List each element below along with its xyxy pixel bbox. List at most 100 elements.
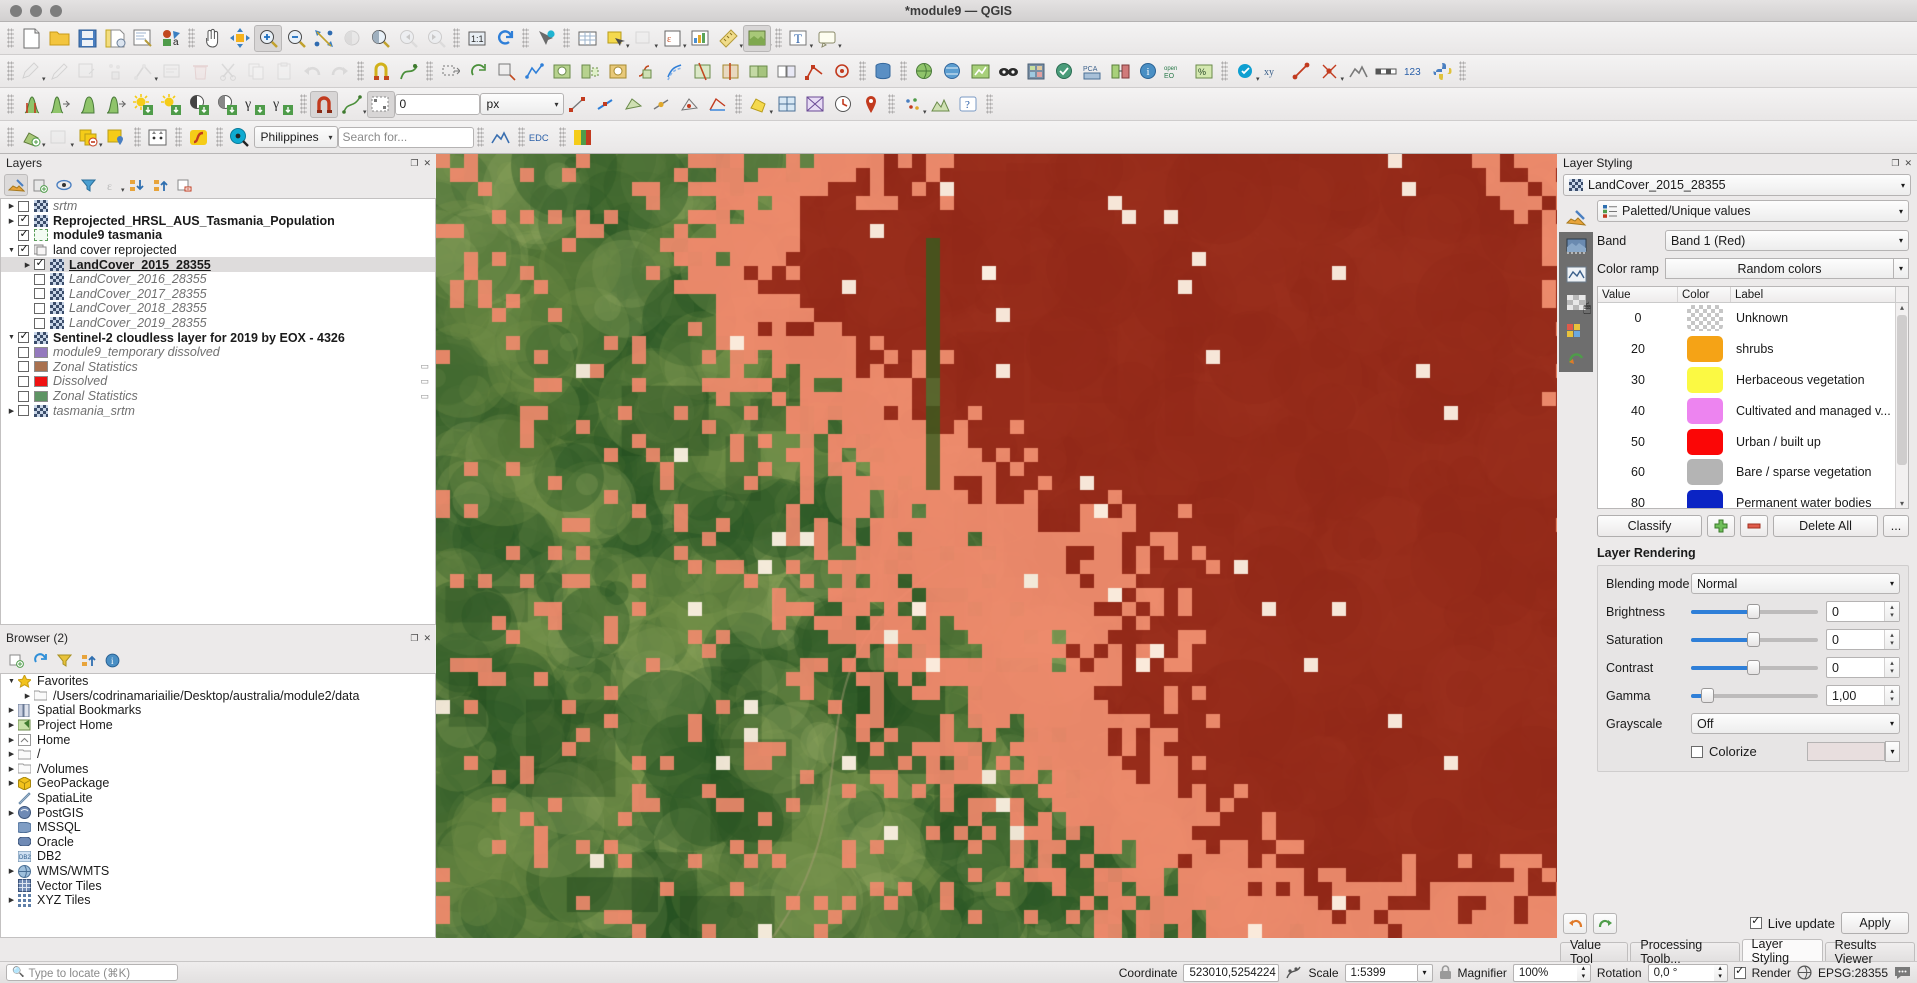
toolbar-grip[interactable] bbox=[7, 127, 14, 147]
layer-tree-item[interactable]: ▶ srtm bbox=[1, 199, 435, 214]
osm-download-icon[interactable] bbox=[910, 58, 938, 85]
identify-features-icon[interactable] bbox=[532, 25, 560, 52]
pca-icon[interactable]: PCA bbox=[1078, 58, 1106, 85]
spinner-arrows[interactable]: ▴ ▾ bbox=[1884, 602, 1899, 621]
layer-tree-item[interactable]: module9_temporary dissolved bbox=[1, 345, 435, 360]
route-plugin-icon[interactable] bbox=[185, 124, 213, 151]
render-checkbox[interactable] bbox=[1733, 965, 1746, 979]
toolbar-grip[interactable] bbox=[188, 28, 195, 48]
class-value[interactable]: 50 bbox=[1598, 435, 1678, 449]
text-annotation-icon[interactable]: T bbox=[785, 25, 813, 52]
help-icon[interactable]: ? bbox=[955, 91, 983, 118]
spinner-arrows[interactable]: ▴ ▾ bbox=[1884, 658, 1899, 677]
apply-button[interactable]: Apply bbox=[1841, 912, 1909, 934]
class-table-row[interactable]: 0 Unknown bbox=[1598, 303, 1895, 334]
fill-ring-icon[interactable] bbox=[604, 58, 632, 85]
paste-features-icon[interactable] bbox=[270, 58, 298, 85]
chevron-right-icon[interactable]: ▶ bbox=[5, 202, 18, 210]
snap-center-icon[interactable] bbox=[676, 91, 704, 118]
duplicate-layer-icon[interactable] bbox=[74, 124, 102, 151]
filter-indicator-icon[interactable]: ▭ bbox=[420, 391, 429, 402]
toolbar-grip[interactable] bbox=[300, 94, 307, 114]
metasearch-icon[interactable] bbox=[938, 58, 966, 85]
dock-tab[interactable]: Value Tool bbox=[1560, 938, 1629, 966]
select-features-icon[interactable] bbox=[601, 25, 629, 52]
db-manager-icon[interactable] bbox=[869, 58, 897, 85]
snapping-tolerance-input[interactable]: 0 bbox=[394, 93, 480, 115]
colorize-color-field[interactable] bbox=[1807, 742, 1885, 761]
histogram-stretch-icon[interactable] bbox=[17, 91, 45, 118]
scrollbar-thumb[interactable] bbox=[1897, 315, 1907, 465]
add-point-layer-icon[interactable] bbox=[103, 124, 131, 151]
undo-style-icon[interactable] bbox=[1563, 912, 1587, 934]
snapping-unit-combo[interactable]: px bbox=[479, 93, 564, 115]
float-panel-icon[interactable]: ❐ bbox=[1891, 158, 1899, 169]
toolbar-grip[interactable] bbox=[453, 28, 460, 48]
histogram-tab-icon[interactable] bbox=[1561, 260, 1591, 288]
new-map-view-icon[interactable] bbox=[743, 24, 772, 52]
edc-plugin-icon[interactable]: EDC bbox=[528, 124, 556, 151]
reshape-features-icon[interactable] bbox=[632, 58, 660, 85]
modify-attributes-icon[interactable] bbox=[158, 58, 186, 85]
close-panel-icon[interactable]: ✕ bbox=[1904, 158, 1912, 169]
search-location-icon[interactable] bbox=[226, 124, 254, 151]
merge-features-icon[interactable] bbox=[744, 58, 772, 85]
browser-tree-item[interactable]: ▶ Project Home bbox=[1, 718, 435, 733]
increase-gamma-icon[interactable]: γ bbox=[241, 91, 269, 118]
dock-tab[interactable]: Layer Styling bbox=[1741, 937, 1823, 965]
snapping-options-icon[interactable] bbox=[366, 90, 395, 118]
filter-indicator-icon[interactable]: ▭ bbox=[420, 376, 429, 387]
layer-visibility-checkbox[interactable] bbox=[18, 213, 29, 227]
semi-automatic-classification-icon[interactable] bbox=[1050, 58, 1078, 85]
layer-visibility-checkbox[interactable] bbox=[18, 375, 29, 387]
browser-tree-item[interactable]: ▶ GeoPackage bbox=[1, 776, 435, 791]
class-color-swatch[interactable] bbox=[1686, 366, 1723, 393]
crs-value[interactable]: EPSG:28355 bbox=[1818, 966, 1888, 980]
increase-brightness-icon[interactable] bbox=[129, 91, 157, 118]
class-color-swatch[interactable] bbox=[1686, 397, 1723, 424]
xy-tools-icon[interactable]: xy bbox=[1260, 58, 1288, 85]
chevron-right-icon[interactable]: ▶ bbox=[21, 261, 34, 269]
class-value[interactable]: 80 bbox=[1598, 496, 1678, 508]
contrast-spinbox[interactable]: 0 ▴ ▾ bbox=[1826, 657, 1900, 678]
symbology-tab-icon[interactable] bbox=[1561, 204, 1591, 232]
layer-tree-item[interactable]: module9 tasmania bbox=[1, 228, 435, 243]
toolbar-plugins[interactable]: ▾ ▾ ▾ Philippines Search for... EDC bbox=[0, 121, 1917, 154]
scale-bar-icon[interactable] bbox=[1372, 58, 1400, 85]
expand-all-icon[interactable] bbox=[125, 174, 149, 196]
save-layer-edits-icon[interactable] bbox=[74, 58, 102, 85]
styling-apply-bar[interactable]: Live update Apply bbox=[1557, 909, 1917, 938]
color-ramp-dropdown-icon[interactable]: ▾ bbox=[1894, 258, 1909, 279]
class-label[interactable]: Herbaceous vegetation bbox=[1731, 373, 1895, 387]
gamma-slider[interactable] bbox=[1691, 688, 1818, 704]
browser-tree-item[interactable]: Vector Tiles bbox=[1, 878, 435, 893]
toolbar-grip[interactable] bbox=[517, 127, 525, 147]
toolbar-grip[interactable] bbox=[985, 94, 993, 114]
toolbar-grip[interactable] bbox=[215, 127, 223, 147]
snap-to-vertex-icon[interactable] bbox=[564, 91, 592, 118]
toolbar-grip[interactable] bbox=[563, 28, 570, 48]
grayscale-combo[interactable]: Off bbox=[1691, 713, 1900, 734]
toolbar-grip[interactable] bbox=[1459, 61, 1467, 81]
chevron-right-icon[interactable]: ▶ bbox=[5, 706, 18, 714]
class-color-swatch[interactable] bbox=[1686, 490, 1723, 508]
reclassify-icon[interactable] bbox=[1106, 58, 1134, 85]
pan-to-selection-icon[interactable] bbox=[226, 25, 254, 52]
magnifier-field[interactable]: 100% bbox=[1512, 963, 1577, 982]
layer-tree-item[interactable]: LandCover_2019_28355 bbox=[1, 316, 435, 331]
split-features-icon[interactable] bbox=[688, 58, 716, 85]
chevron-right-icon[interactable]: ▶ bbox=[5, 721, 18, 729]
history-tab-icon[interactable] bbox=[1561, 344, 1591, 372]
toolbar-grip[interactable] bbox=[774, 28, 782, 48]
blending-mode-combo[interactable]: Normal bbox=[1691, 573, 1900, 594]
rotate-feature-icon[interactable] bbox=[464, 58, 492, 85]
refresh-icon[interactable] bbox=[491, 25, 519, 52]
browser-tree-item[interactable]: ▶ Home bbox=[1, 732, 435, 747]
layer-visibility-checkbox[interactable] bbox=[34, 302, 45, 314]
brightness-slider[interactable] bbox=[1691, 604, 1818, 620]
deselect-features-icon[interactable] bbox=[630, 25, 658, 52]
offset-curve-icon[interactable] bbox=[660, 58, 688, 85]
map-canvas[interactable] bbox=[436, 154, 1557, 938]
browser-tree-item[interactable]: DB2 DB2 bbox=[1, 849, 435, 864]
class-color-swatch[interactable] bbox=[1686, 336, 1723, 363]
